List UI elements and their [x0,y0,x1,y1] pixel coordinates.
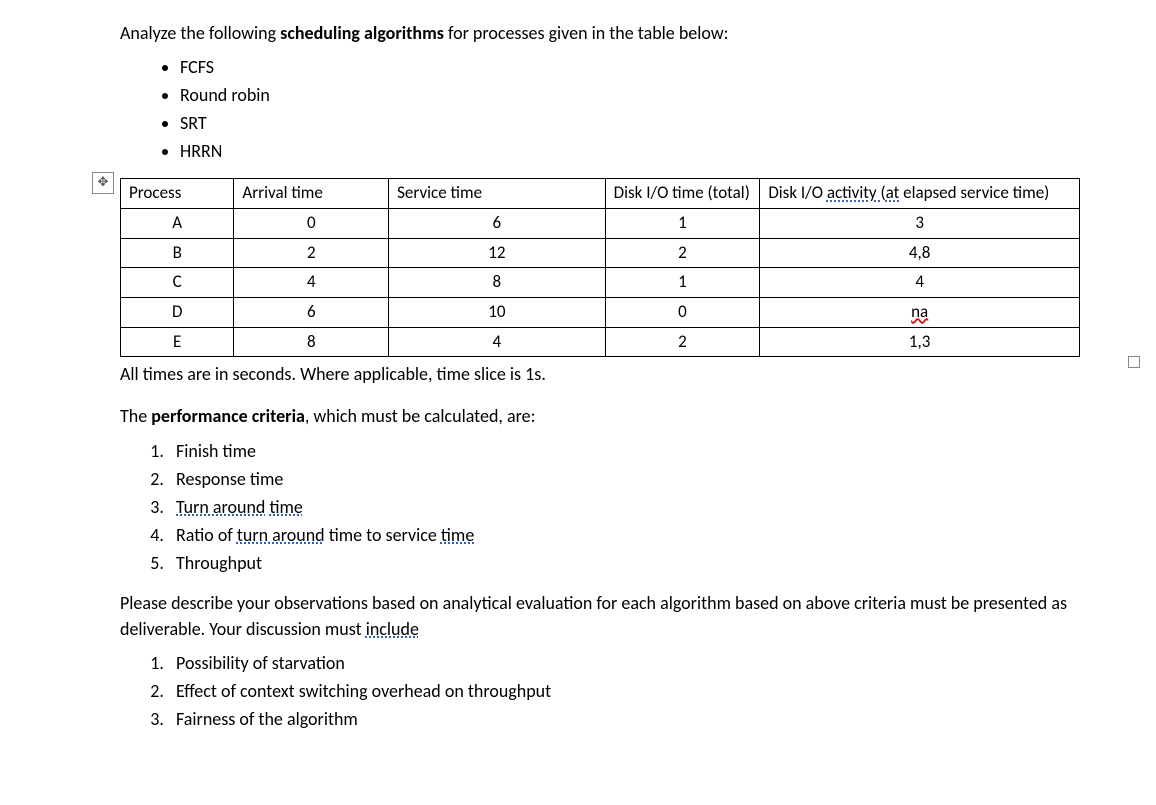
list-item: Turn around time [168,494,1126,520]
col-process: Process [121,179,234,209]
list-item: Ratio of turn around time to service tim… [168,522,1126,548]
cell-activity: 1,3 [760,327,1080,357]
process-table: Process Arrival time Service time Disk I… [120,178,1080,357]
table-row: C 4 8 1 4 [121,268,1080,298]
cell-activity: 4 [760,268,1080,298]
list-item: HRRN [180,138,1126,164]
table-move-handle-icon[interactable]: ✥ [92,172,114,194]
table-row: E 8 4 2 1,3 [121,327,1080,357]
intro-prefix: Analyze the following [120,22,280,44]
cell-process: A [121,209,234,239]
table-row: D 6 10 0 na [121,298,1080,328]
table-resize-handle-icon[interactable] [1128,356,1140,368]
text: Ratio of [176,524,237,546]
list-item: Possibility of starvation [168,650,1126,676]
text: Please describe your observations based … [120,592,1067,640]
perf-suffix: , which must be calculated, are: [305,405,536,427]
algorithms-list: FCFS Round robin SRT HRRN [180,54,1126,164]
discussion-list: Possibility of starvation Effect of cont… [168,650,1126,732]
col-arrival: Arrival time [234,179,389,209]
header-underlined: at [886,182,900,203]
header-text: elapsed service time) [899,182,1049,203]
table-row: A 0 6 1 3 [121,209,1080,239]
col-disk-io-total: Disk I/O time (total) [605,179,760,209]
intro-suffix: for processes given in the table below: [444,22,729,44]
cell-io: 2 [605,327,760,357]
cell-io: 1 [605,209,760,239]
intro-paragraph: Analyze the following scheduling algorit… [120,20,1126,46]
cell-activity: na [760,298,1080,328]
cell-io: 2 [605,238,760,268]
intro-bold: scheduling algorithms [280,22,444,44]
text: time to service [325,524,441,546]
grammar-underlined: time [269,496,302,518]
cell-service: 12 [389,238,606,268]
grammar-underlined: Turn around [176,496,265,518]
cell-service: 10 [389,298,606,328]
list-item: SRT [180,110,1126,136]
cell-arrival: 4 [234,268,389,298]
col-service: Service time [389,179,606,209]
list-item: Fairness of the algorithm [168,706,1126,732]
cell-service: 4 [389,327,606,357]
cell-activity: 3 [760,209,1080,239]
cell-activity: 4,8 [760,238,1080,268]
list-item: Round robin [180,82,1126,108]
list-item: FCFS [180,54,1126,80]
table-row: B 2 12 2 4,8 [121,238,1080,268]
spellcheck-error: na [911,301,928,322]
cell-arrival: 8 [234,327,389,357]
table-note: All times are in seconds. Where applicab… [120,361,1126,387]
table-body: A 0 6 1 3 B 2 12 2 4,8 C 4 8 1 4 D [121,209,1080,357]
table-header-row: Process Arrival time Service time Disk I… [121,179,1080,209]
list-item: Effect of context switching overhead on … [168,678,1126,704]
grammar-underlined: turn around [237,524,325,546]
grammar-underlined: time [441,524,474,546]
cell-process: C [121,268,234,298]
process-table-container: ✥ Process Arrival time Service time Disk… [120,178,1126,357]
observations-paragraph: Please describe your observations based … [120,590,1126,642]
header-text: Disk I/O [768,182,827,203]
col-disk-io-activity: Disk I/O activity (at elapsed service ti… [760,179,1080,209]
cell-service: 6 [389,209,606,239]
cell-io: 1 [605,268,760,298]
performance-intro: The performance criteria, which must be … [120,403,1126,429]
cell-arrival: 6 [234,298,389,328]
perf-prefix: The [120,405,151,427]
cell-process: D [121,298,234,328]
cell-io: 0 [605,298,760,328]
grammar-underlined: include [366,618,419,640]
criteria-list: Finish time Response time Turn around ti… [168,438,1126,576]
cell-arrival: 0 [234,209,389,239]
cell-process: E [121,327,234,357]
list-item: Finish time [168,438,1126,464]
cell-process: B [121,238,234,268]
list-item: Throughput [168,550,1126,576]
perf-bold: performance criteria [151,405,305,427]
header-underlined: activity [827,182,881,203]
cell-arrival: 2 [234,238,389,268]
list-item: Response time [168,466,1126,492]
cell-service: 8 [389,268,606,298]
